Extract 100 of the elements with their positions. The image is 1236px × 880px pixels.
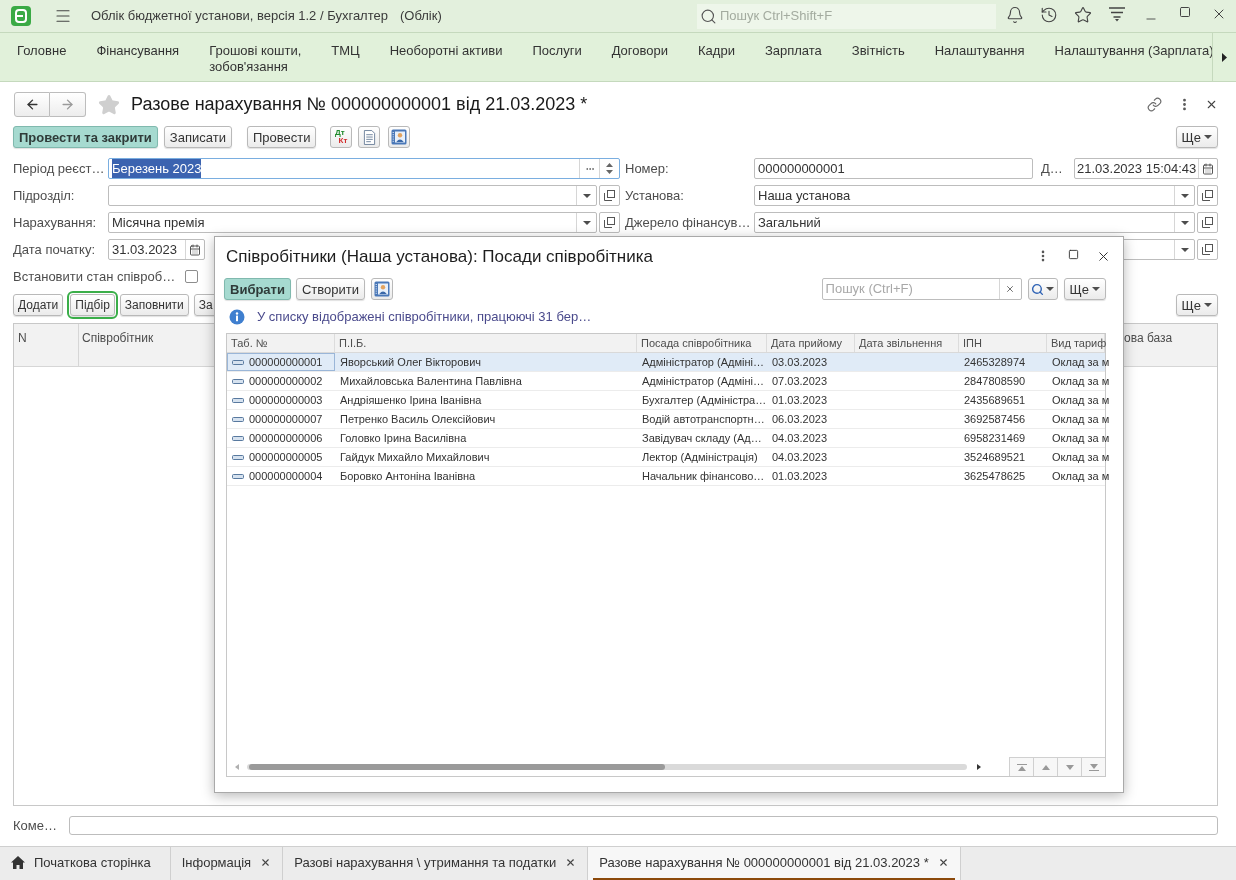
star-icon[interactable] (98, 93, 120, 116)
caret-icon[interactable] (582, 193, 591, 198)
toolbar-button[interactable]: Провести (246, 126, 317, 148)
spinner-icon[interactable] (606, 163, 613, 174)
table-cell-text: 3524689521 (964, 449, 1026, 465)
search-button[interactable] (1027, 278, 1058, 300)
table-cell-text: 000000000001 (249, 354, 323, 370)
table-action-button[interactable]: Заповнити (119, 294, 189, 316)
close-icon[interactable] (1205, 98, 1218, 111)
star-icon[interactable] (1074, 6, 1092, 24)
checkbox[interactable] (185, 270, 199, 283)
table-cell-text: 04.03.2023 (772, 449, 828, 465)
menu-item[interactable]: Грошові кошти, зобов'язання (194, 43, 317, 75)
caret-icon[interactable] (1180, 220, 1189, 225)
scroll-up-button[interactable] (1033, 757, 1057, 776)
dash-icon (232, 454, 244, 460)
report-button[interactable] (358, 126, 381, 148)
menu-item[interactable]: Кадри (683, 43, 750, 59)
menu-item[interactable]: Налаштування (Зарплата) (1039, 43, 1229, 59)
comment-field[interactable] (69, 816, 1218, 835)
dash-icon (232, 416, 244, 422)
home-icon (11, 856, 25, 869)
primary-button[interactable]: Вибрати (224, 278, 291, 300)
table-cell-text: 000000000002 (249, 373, 323, 389)
table-cell-text: Завідувач складу (Ад… (642, 430, 762, 446)
debit-credit-button[interactable]: Дт Кт (330, 126, 353, 148)
scroll-top-button[interactable] (1009, 757, 1033, 776)
table-cell-text: 2847808590 (964, 373, 1026, 389)
open-button[interactable] (1197, 212, 1218, 233)
field-label: Джерело фінансув… (625, 213, 752, 232)
open-button[interactable] (1197, 239, 1218, 260)
period-field[interactable]: Березень 2023 (108, 158, 620, 179)
close-icon[interactable] (260, 857, 272, 868)
clear-icon[interactable] (1005, 284, 1016, 294)
filter-icon[interactable] (1108, 6, 1126, 22)
menu-icon[interactable] (54, 7, 72, 25)
more-button[interactable]: Ще (1063, 278, 1106, 300)
document-title: Разове нарахування № 000000000001 від 21.03.2023 * (131, 93, 588, 116)
table-action-button[interactable]: Додати (13, 294, 64, 316)
menu-item[interactable]: Звітність (836, 43, 920, 59)
menu-item[interactable]: ТМЦ (316, 43, 375, 59)
more-button[interactable]: Ще (1175, 126, 1218, 148)
caret-icon (1204, 303, 1212, 307)
dropdown-field[interactable]: Місячна премія (108, 212, 597, 233)
date-field[interactable]: 31.03.2023 (108, 239, 205, 260)
more-button[interactable]: Ще (1175, 294, 1218, 316)
date-field[interactable]: 21.03.2023 15:04:43 (1074, 158, 1218, 179)
tab[interactable]: Разове нарахування № 000000000001 від 21.03.2023 * (588, 847, 961, 880)
table-cell-text: Головко Ірина Василівна (340, 430, 467, 446)
dropdown-field[interactable]: Загальний (754, 212, 1195, 233)
back-button[interactable] (14, 92, 50, 117)
table-cell-text: 01.03.2023 (772, 468, 828, 484)
table-cell-text: Петренко Василь Олексійович (340, 411, 496, 427)
menu-item[interactable]: Послуги (517, 43, 597, 59)
menu-item[interactable]: Договори (596, 43, 683, 59)
maximize-icon[interactable] (1067, 249, 1079, 260)
dropdown-field[interactable] (108, 185, 597, 206)
close-icon[interactable] (937, 857, 949, 868)
toolbar-button[interactable]: Записати (163, 126, 232, 148)
menu-item[interactable]: Налаштування (919, 43, 1040, 59)
app-logo[interactable] (11, 6, 31, 26)
open-icon (604, 190, 615, 201)
dropdown-field[interactable]: Наша установа (754, 185, 1195, 206)
scroll-bottom-button[interactable] (1081, 757, 1105, 776)
horizontal-scrollbar[interactable] (233, 761, 983, 772)
open-icon (1202, 190, 1213, 201)
field-label: Встановити стан співроб… (13, 267, 176, 286)
calendar-icon[interactable] (1202, 162, 1214, 175)
menu-item[interactable]: Фінансування (81, 43, 195, 59)
triangle-down-bar-icon (1088, 763, 1099, 771)
employee-card-button[interactable] (371, 278, 393, 300)
menu-item[interactable]: Зарплата (749, 43, 837, 59)
caret-icon[interactable] (1180, 193, 1189, 198)
column-header: Дата прийому (771, 335, 843, 351)
history-icon[interactable] (1040, 6, 1058, 24)
open-button[interactable] (1197, 185, 1218, 206)
caret-icon[interactable] (1180, 247, 1189, 252)
scroll-down-button[interactable] (1057, 757, 1081, 776)
open-button[interactable] (599, 185, 620, 206)
primary-button[interactable]: Провести та закрити (13, 126, 158, 148)
table-cell-text: Адміністратор (Адміні… (642, 354, 764, 370)
maximize-icon[interactable] (1179, 6, 1191, 18)
table-cell-text: 000000000004 (249, 468, 323, 484)
close-icon[interactable] (565, 857, 577, 868)
menu-item[interactable]: Головне (2, 43, 82, 59)
dash-icon (232, 473, 244, 479)
info-message: У списку відображені співробітники, працюючі 31 бер… (257, 308, 592, 327)
employee-card-button[interactable] (388, 126, 411, 148)
open-button[interactable] (599, 212, 620, 233)
column-header: Таб. № (231, 335, 268, 351)
link-icon[interactable] (1147, 97, 1162, 112)
triangle-right-icon[interactable] (1222, 52, 1227, 62)
menu-item[interactable]: Необоротні активи (374, 43, 518, 59)
table-cell-text: 3692587456 (964, 411, 1026, 427)
table-action-button[interactable]: Підбір (70, 294, 115, 316)
toolbar-button[interactable]: Створити (295, 278, 365, 300)
input-field[interactable]: 000000000001 (754, 158, 1033, 179)
caret-icon[interactable] (582, 220, 591, 225)
bell-icon[interactable] (1006, 6, 1024, 24)
calendar-icon[interactable] (189, 243, 201, 256)
